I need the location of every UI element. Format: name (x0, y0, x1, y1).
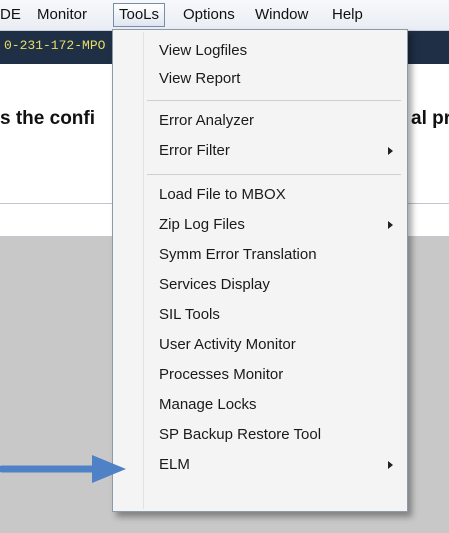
menu-item-label: SP Backup Restore Tool (159, 426, 322, 443)
menu-item-label: View Logfiles (159, 42, 248, 59)
submenu-arrow-icon (388, 461, 393, 469)
menu-separator (147, 100, 401, 101)
menu-item-label: SIL Tools (159, 306, 220, 323)
menu-item-view-report[interactable]: View Report (113, 67, 407, 91)
menu-item-label: Zip Log Files (159, 216, 245, 233)
page-heading-right: al pr (411, 108, 449, 129)
menu-de[interactable]: DE (0, 6, 21, 23)
menu-item-zip-log-files[interactable]: Zip Log Files (113, 213, 407, 237)
menu-item-manage-locks[interactable]: Manage Locks (113, 393, 407, 417)
menu-item-label: View Report (159, 70, 241, 87)
menu-item-user-activity-monitor[interactable]: User Activity Monitor (113, 333, 407, 357)
menu-item-error-analyzer[interactable]: Error Analyzer (113, 109, 407, 133)
menu-help[interactable]: Help (332, 6, 363, 23)
menu-bar: DE Monitor TooLs Options Window Help (0, 0, 449, 31)
submenu-arrow-icon (388, 221, 393, 229)
arrow-right-icon (0, 455, 126, 483)
menu-item-sil-tools[interactable]: SIL Tools (113, 303, 407, 327)
menu-window[interactable]: Window (255, 6, 308, 23)
arrow-head (92, 455, 126, 483)
tools-dropdown-menu: View Logfiles View Report Error Analyzer… (112, 29, 408, 512)
menu-item-sp-backup-restore-tool[interactable]: SP Backup Restore Tool (113, 423, 407, 447)
menu-item-view-logfiles[interactable]: View Logfiles (113, 39, 407, 63)
menu-item-label: Manage Locks (159, 396, 257, 413)
menu-item-label: Error Analyzer (159, 112, 255, 129)
menu-item-processes-monitor[interactable]: Processes Monitor (113, 363, 407, 387)
title-strip-text: 0-231-172-MPO (4, 38, 106, 53)
menu-item-label: Processes Monitor (159, 366, 284, 383)
menu-item-load-file-to-mbox[interactable]: Load File to MBOX (113, 183, 407, 207)
menu-options[interactable]: Options (183, 6, 235, 23)
menu-item-error-filter[interactable]: Error Filter (113, 139, 407, 163)
page-heading-left: s the confi (0, 108, 96, 129)
menu-item-label: ELM (159, 456, 190, 473)
menu-item-services-display[interactable]: Services Display (113, 273, 407, 297)
menu-item-label: Symm Error Translation (159, 246, 317, 263)
menu-item-elm[interactable]: ELM (113, 453, 407, 477)
menu-item-label: Load File to MBOX (159, 186, 286, 203)
menu-item-label: Services Display (159, 276, 270, 293)
menu-item-label: Error Filter (159, 142, 230, 159)
menu-monitor[interactable]: Monitor (37, 6, 87, 23)
menu-item-symm-error-translation[interactable]: Symm Error Translation (113, 243, 407, 267)
menu-separator (147, 174, 401, 175)
submenu-arrow-icon (388, 147, 393, 155)
menu-tools[interactable]: TooLs (113, 3, 166, 27)
menu-item-label: User Activity Monitor (159, 336, 296, 353)
